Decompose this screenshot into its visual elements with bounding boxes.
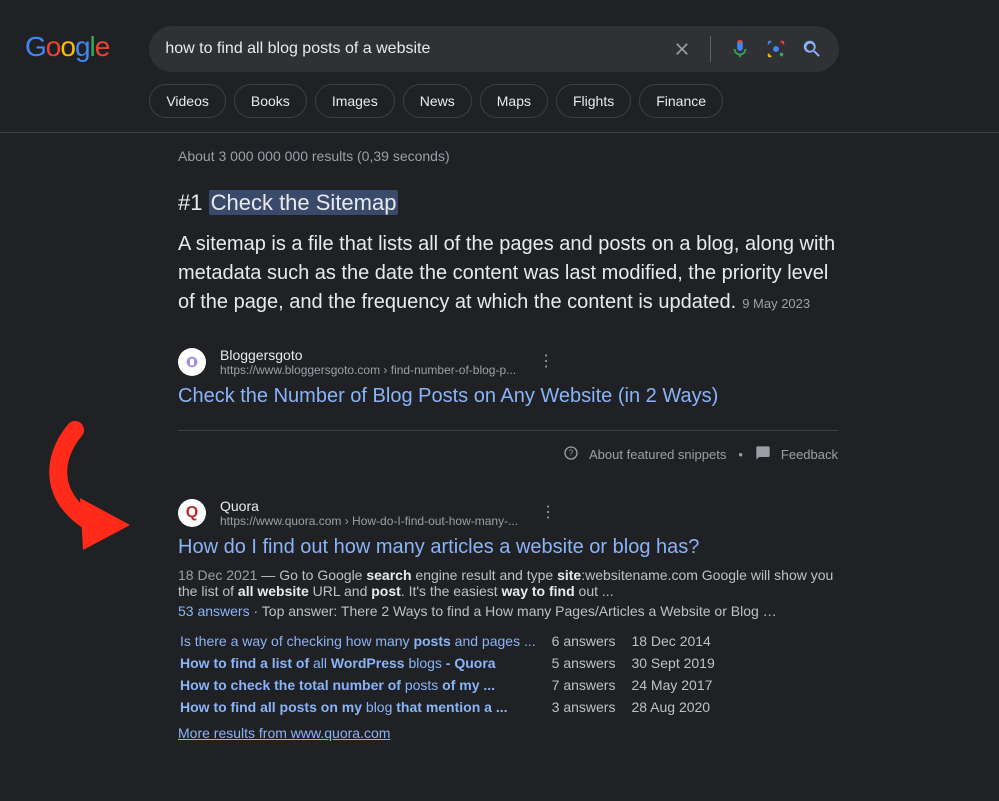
more-options-icon[interactable]: ⋮ <box>540 505 556 521</box>
related-row: How to find all posts on my blog that me… <box>180 697 729 717</box>
result-subline: 53 answers · Top answer: There 2 Ways to… <box>178 603 838 619</box>
tab-news[interactable]: News <box>403 84 472 118</box>
tab-videos[interactable]: Videos <box>149 84 226 118</box>
result-stats: About 3 000 000 000 results (0,39 second… <box>178 148 838 164</box>
mic-icon[interactable] <box>729 38 751 60</box>
source-url: https://www.quora.com › How-do-I-find-ou… <box>220 514 518 528</box>
tab-maps[interactable]: Maps <box>480 84 548 118</box>
related-question-link[interactable]: How to find a list of all WordPress blog… <box>180 655 496 671</box>
about-snippets-link[interactable]: About featured snippets <box>589 447 726 462</box>
tab-images[interactable]: Images <box>315 84 395 118</box>
feedback-icon <box>755 445 771 464</box>
more-results-link[interactable]: More results from www.quora.com <box>178 725 838 741</box>
result-description: 18 Dec 2021 — Go to Google search engine… <box>178 567 838 599</box>
related-question-link[interactable]: How to find all posts on my blog that me… <box>180 699 508 715</box>
search-icon[interactable] <box>801 38 823 60</box>
search-bar <box>149 26 839 72</box>
feedback-link[interactable]: Feedback <box>781 447 838 462</box>
related-question-link[interactable]: How to check the total number of posts o… <box>180 677 495 693</box>
related-date: 24 May 2017 <box>631 675 728 695</box>
related-questions: Is there a way of checking how many post… <box>178 629 731 719</box>
featured-snippet-body: A sitemap is a file that lists all of th… <box>178 230 838 317</box>
google-logo[interactable]: Google <box>25 31 109 63</box>
source-favicon: Q <box>178 499 206 527</box>
lens-icon[interactable] <box>765 38 787 60</box>
result-link[interactable]: How do I find out how many articles a we… <box>178 536 838 559</box>
tab-finance[interactable]: Finance <box>639 84 723 118</box>
featured-result-link[interactable]: Check the Number of Blog Posts on Any We… <box>178 385 838 408</box>
related-question-link[interactable]: Is there a way of checking how many post… <box>180 633 536 649</box>
related-answer-count: 5 answers <box>552 653 630 673</box>
related-answer-count: 7 answers <box>552 675 630 695</box>
source-favicon <box>178 348 206 376</box>
related-row: Is there a way of checking how many post… <box>180 631 729 651</box>
featured-heading: #1 Check the Sitemap <box>178 190 838 216</box>
svg-text:?: ? <box>569 449 574 458</box>
tab-books[interactable]: Books <box>234 84 307 118</box>
clear-icon[interactable] <box>672 39 692 59</box>
related-date: 18 Dec 2014 <box>631 631 728 651</box>
info-icon[interactable]: ? <box>563 445 579 464</box>
related-date: 30 Sept 2019 <box>631 653 728 673</box>
related-date: 28 Aug 2020 <box>631 697 728 717</box>
filter-tabs: VideosBooksImagesNewsMapsFlightsFinance <box>149 84 839 118</box>
related-answer-count: 3 answers <box>552 697 630 717</box>
annotation-arrow-icon <box>40 420 150 570</box>
related-answer-count: 6 answers <box>552 631 630 651</box>
tab-flights[interactable]: Flights <box>556 84 631 118</box>
source-url: https://www.bloggersgoto.com › find-numb… <box>220 363 516 377</box>
related-row: How to check the total number of posts o… <box>180 675 729 695</box>
related-row: How to find a list of all WordPress blog… <box>180 653 729 673</box>
more-options-icon[interactable]: ⋮ <box>538 354 554 370</box>
source-name: Quora <box>220 498 518 514</box>
search-input[interactable] <box>165 40 672 58</box>
answers-link[interactable]: 53 answers <box>178 603 250 619</box>
source-name: Bloggersgoto <box>220 347 516 363</box>
